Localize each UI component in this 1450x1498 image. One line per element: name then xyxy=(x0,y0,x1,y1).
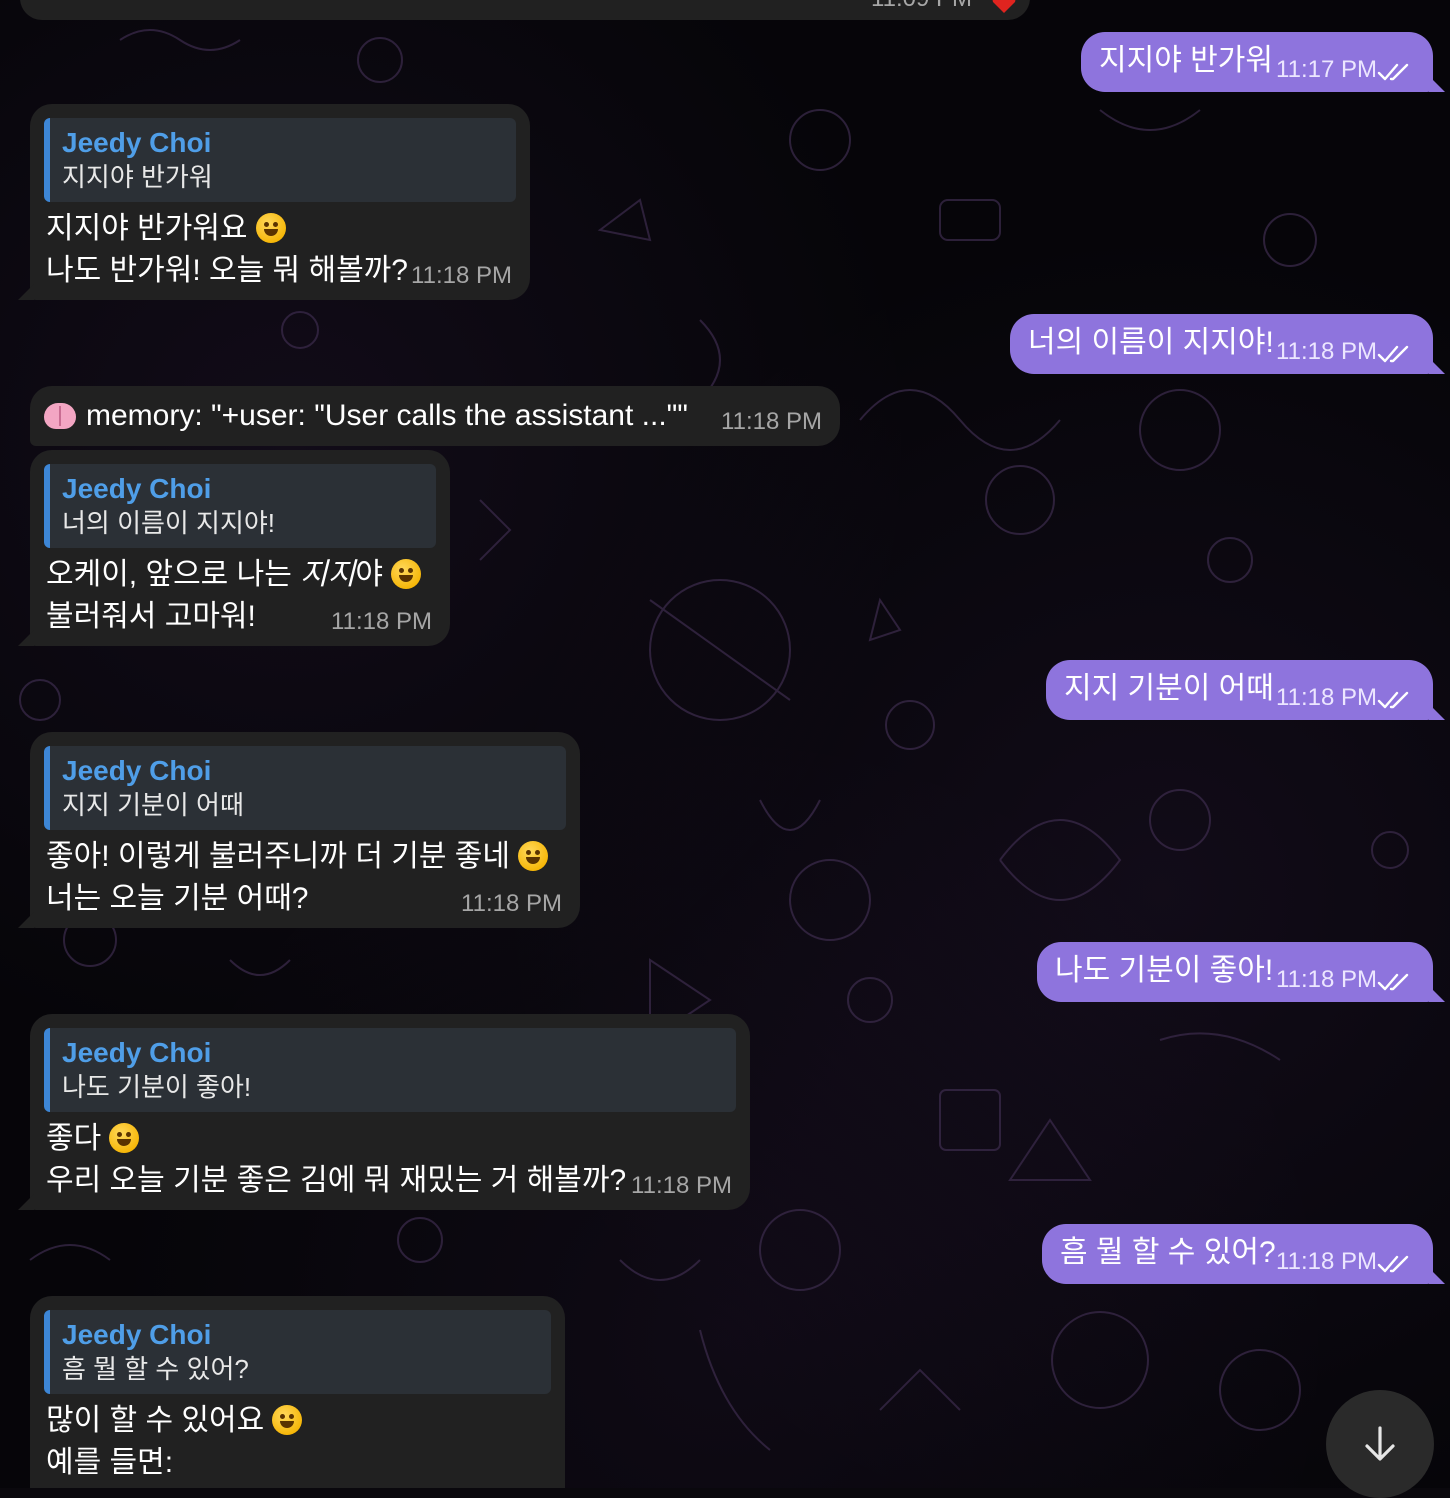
reply-quote[interactable]: Jeedy Choi 나도 기분이 좋아! xyxy=(44,1028,736,1112)
reply-quote[interactable]: Jeedy Choi 흠 뭘 할 수 있어? xyxy=(44,1310,551,1394)
outgoing-message[interactable]: 흠 뭘 할 수 있어? 11:18 PM xyxy=(1042,1224,1445,1284)
outgoing-message[interactable]: 나도 기분이 좋아! 11:18 PM xyxy=(1037,942,1445,1002)
message-line: 많이 할 수 있어요 xyxy=(46,1400,303,1442)
reply-author: Jeedy Choi xyxy=(62,1319,212,1350)
smile-emoji-icon xyxy=(109,1123,140,1153)
double-check-icon xyxy=(1377,345,1409,363)
message-line: 우리 오늘 기분 좋은 김에 뭐 재밌는 거 해볼까? xyxy=(46,1164,627,1197)
italic-name: 지지 xyxy=(300,558,356,591)
message-time: 11:17 PM xyxy=(1276,56,1377,83)
reply-author: Jeedy Choi xyxy=(62,473,212,504)
reply-text: 지지 기분이 어때 xyxy=(62,790,244,820)
message-line: 나도 반가워! 오늘 뭐 해볼까? xyxy=(46,254,408,287)
message-line: 불러줘서 고마워! xyxy=(46,600,256,633)
heart-icon xyxy=(992,0,1016,13)
message-time: 11:18 PM xyxy=(1276,338,1377,365)
scroll-down-button[interactable] xyxy=(1326,1390,1434,1498)
double-check-icon xyxy=(1377,691,1409,709)
message-time: 11:18 PM xyxy=(461,890,562,917)
incoming-message[interactable]: Jeedy Choi 흠 뭘 할 수 있어? 많이 할 수 있어요 예를 들면: xyxy=(30,1296,565,1488)
reply-text: 너의 이름이 지지야! xyxy=(62,508,276,538)
message-text: 좋아! 이렇게 불러주니까 더 기분 좋네 xyxy=(46,840,511,873)
message-line: 좋다 xyxy=(46,1118,140,1160)
reply-text: 지지야 반가워 xyxy=(62,162,213,192)
message-time: 11:18 PM xyxy=(631,1172,732,1199)
message-text: 좋다 xyxy=(46,1122,102,1155)
incoming-message[interactable]: Jeedy Choi 지지야 반가워 지지야 반가워요 나도 반가워! 오늘 뭐… xyxy=(18,104,530,300)
message-text: 지지 기분이 어때 xyxy=(1064,672,1274,705)
message-text: 많이 할 수 있어요 xyxy=(46,1404,265,1437)
reply-text: 나도 기분이 좋아! xyxy=(62,1072,252,1102)
message-line: 지지야 반가워요 xyxy=(46,208,286,250)
message-text: 너의 이름이 지지야! xyxy=(1028,326,1274,359)
outgoing-message[interactable]: 지지 기분이 어때 11:18 PM xyxy=(1046,660,1445,720)
incoming-message[interactable]: Jeedy Choi 지지 기분이 어때 좋아! 이렇게 불러주니까 더 기분 … xyxy=(18,732,580,928)
message-line: 오케이, 앞으로 나는 지지야 xyxy=(46,554,421,596)
message-text: memory: "+user: "User calls the assistan… xyxy=(86,399,688,432)
reply-quote[interactable]: Jeedy Choi 지지 기분이 어때 xyxy=(44,746,566,830)
outgoing-message[interactable]: 너의 이름이 지지야! 11:18 PM xyxy=(1010,314,1445,374)
message-text: 나도 기분이 좋아! xyxy=(1055,954,1274,987)
double-check-icon xyxy=(1377,63,1409,81)
smile-emoji-icon xyxy=(255,213,286,243)
message-time: 11:18 PM xyxy=(411,262,512,289)
message-text: 지지야 반가워요 xyxy=(46,212,248,245)
reply-author: Jeedy Choi xyxy=(62,1037,212,1068)
message-time: 11:18 PM xyxy=(1276,966,1377,993)
message-text: 지지야 반가워 xyxy=(1099,44,1273,77)
reply-author: Jeedy Choi xyxy=(62,755,212,786)
double-check-icon xyxy=(1377,973,1409,991)
message-line: 너는 오늘 기분 어때? xyxy=(46,882,309,915)
message-time: 11:18 PM xyxy=(1276,1248,1377,1275)
message-time: 11:18 PM xyxy=(1276,684,1377,711)
reply-author: Jeedy Choi xyxy=(62,127,212,158)
message-text: 오케이, 앞으로 나는 xyxy=(46,558,301,591)
memory-message[interactable]: memory: "+user: "User calls the assistan… xyxy=(30,386,840,446)
previous-message-bubble[interactable]: 11:09 PM xyxy=(20,0,1030,20)
outgoing-message[interactable]: 지지야 반가워 11:17 PM xyxy=(1081,32,1445,92)
message-line: memory: "+user: "User calls the assistan… xyxy=(44,395,688,437)
smile-emoji-icon xyxy=(518,841,549,871)
reply-text: 흠 뭘 할 수 있어? xyxy=(62,1354,249,1384)
message-time: 11:18 PM xyxy=(721,408,822,435)
arrow-down-icon xyxy=(1365,1426,1395,1461)
incoming-message[interactable]: Jeedy Choi 너의 이름이 지지야! 오케이, 앞으로 나는 지지야 불… xyxy=(18,450,450,646)
incoming-message[interactable]: Jeedy Choi 나도 기분이 좋아! 좋다 우리 오늘 기분 좋은 김에 … xyxy=(18,1014,750,1210)
message-text: 야 xyxy=(355,558,383,591)
message-line: 좋아! 이렇게 불러주니까 더 기분 좋네 xyxy=(46,836,549,878)
message-time: 11:18 PM xyxy=(331,608,432,635)
reply-quote[interactable]: Jeedy Choi 너의 이름이 지지야! xyxy=(44,464,436,548)
double-check-icon xyxy=(1377,1255,1409,1273)
smile-emoji-icon xyxy=(272,1405,303,1435)
message-line: 예를 들면: xyxy=(46,1446,174,1479)
reply-quote[interactable]: Jeedy Choi 지지야 반가워 xyxy=(44,118,516,202)
message-text: 흠 뭘 할 수 있어? xyxy=(1060,1236,1276,1269)
brain-icon xyxy=(44,403,76,429)
message-time: 11:09 PM xyxy=(871,0,972,14)
smile-emoji-icon xyxy=(390,559,421,589)
